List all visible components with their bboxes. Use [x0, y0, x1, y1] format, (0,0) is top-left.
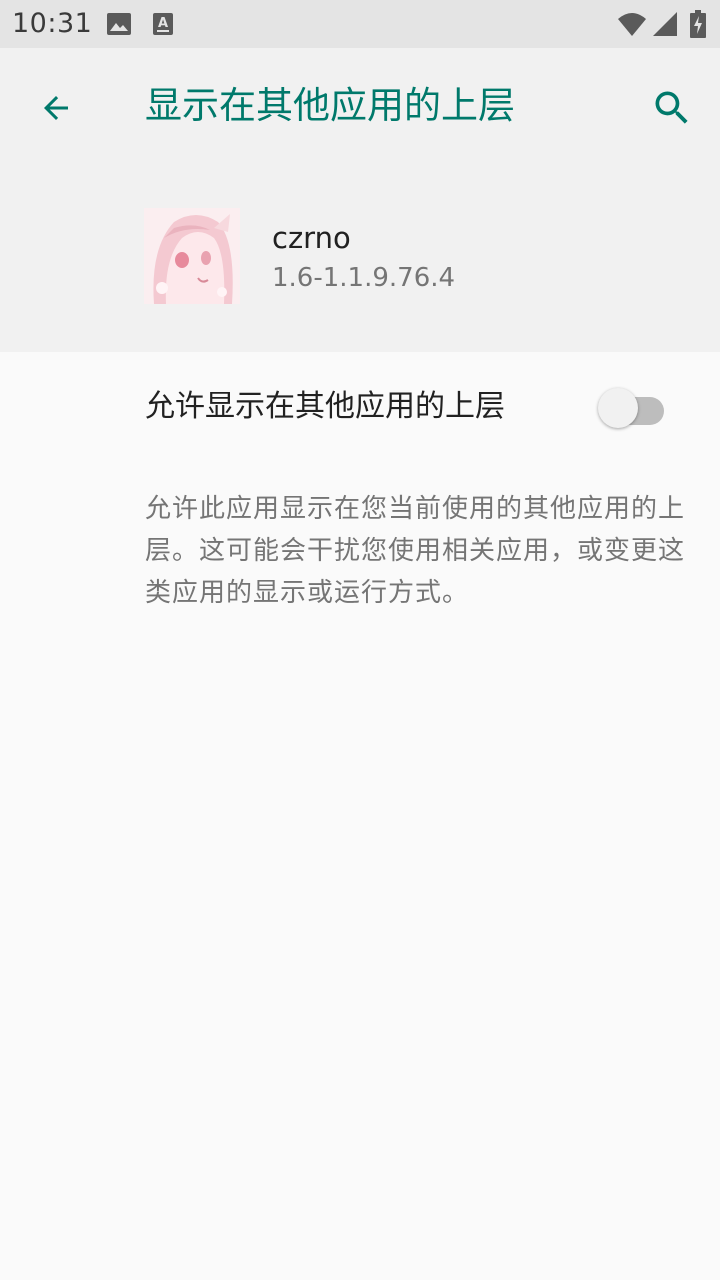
app-icon [144, 208, 240, 304]
accessibility-a-icon: A [152, 12, 174, 36]
status-bar: 10:31 A [0, 0, 720, 48]
header: 显示在其他应用的上层 czrno 1.6-1.1.9.76.4 [0, 48, 720, 352]
page-title: 显示在其他应用的上层 [145, 84, 515, 127]
svg-text:A: A [158, 16, 168, 31]
app-name: czrno [272, 221, 351, 255]
search-icon [650, 86, 694, 134]
screen: 10:31 A 显示在其他应用的上层 czrno 1.6-1.1.9.76.4 … [0, 0, 720, 1280]
battery-charging-icon [690, 10, 706, 38]
image-icon [106, 12, 132, 36]
allow-overlay-setting[interactable]: 允许显示在其他应用的上层 [0, 352, 720, 464]
allow-overlay-switch[interactable] [598, 384, 668, 428]
status-time: 10:31 [12, 8, 93, 39]
back-button[interactable] [24, 76, 88, 140]
wifi-icon [617, 11, 647, 37]
switch-thumb [598, 388, 638, 428]
setting-description: 允许此应用显示在您当前使用的其他应用的上层。这可能会干扰您使用相关应用，或变更这… [145, 494, 686, 608]
search-button[interactable] [640, 76, 704, 140]
app-version: 1.6-1.1.9.76.4 [272, 263, 456, 293]
signal-icon [652, 11, 678, 37]
arrow-back-icon [38, 90, 74, 130]
allow-overlay-label: 允许显示在其他应用的上层 [145, 389, 505, 424]
